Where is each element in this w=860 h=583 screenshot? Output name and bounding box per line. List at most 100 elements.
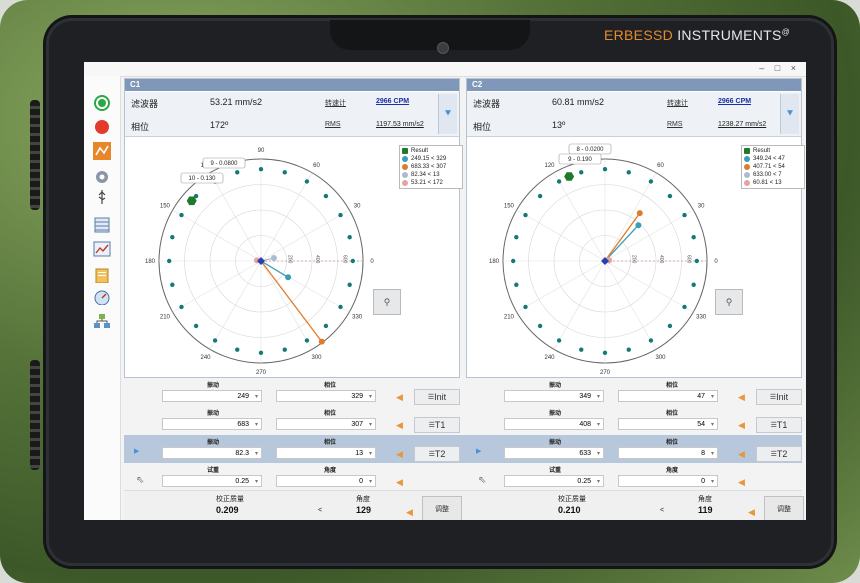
angle-header: 角度 [324,468,337,474]
run-tag-button[interactable]: ☰ T1 [756,417,802,433]
angle-tick-label: 60 [657,163,664,169]
phase-input[interactable]: 54 [618,418,718,431]
phase-input[interactable]: 8 [618,447,718,460]
callout-label: 9 - 0.190 [568,157,592,163]
weight-input[interactable]: 0.25 [504,475,604,488]
brand-logo: ERBESSD INSTRUMENTS@ [604,27,791,43]
trial-position-point [511,258,516,264]
angle-tick-label: 240 [544,355,555,361]
panel-dropdown-button[interactable]: ⯆ [438,94,457,134]
trial-position-point [514,235,519,240]
adjust-button[interactable]: 调整 [764,496,804,520]
run-tag-button[interactable]: ☰ T2 [414,446,460,462]
angle-input[interactable]: 0 [276,475,376,488]
phase-header: 相位 [666,440,679,446]
bezel-notch [330,20,530,50]
vibration-vector-point [270,255,277,262]
select-arrow-icon[interactable]: ◀ [738,392,748,402]
window-controls[interactable]: – □ × [759,63,800,73]
vibration-input[interactable]: 82.3 [162,447,262,460]
phase-header: 相位 [666,383,679,389]
channel-info: 滤波器 60.81 mm/s2 转速计 2966 CPM 相位 13º RMS … [467,92,801,137]
angle-tick-label: 180 [489,259,500,265]
select-arrow-icon[interactable]: ◀ [406,507,416,517]
select-arrow-icon[interactable]: ◀ [396,392,406,402]
run-tag-button[interactable]: ☰ T1 [414,417,460,433]
select-arrow-icon[interactable]: ◀ [396,477,406,487]
legend-swatch [744,148,750,154]
trial-position-point [682,212,687,218]
correction-angle-value: 119 [698,505,713,515]
legend-label: Result [411,148,429,154]
phase-input[interactable]: 47 [618,390,718,403]
legend-label: 60.81 < 13 [753,180,782,186]
angle-tick-label: 30 [698,204,705,210]
trial-position-point [556,179,562,184]
gear-icon[interactable] [92,168,112,186]
angle-tick-label: 0 [370,259,374,265]
vibration-header: 振动 [207,440,220,446]
usb-icon[interactable] [92,188,112,206]
run-icon[interactable] [92,94,112,112]
legend-swatch [744,156,750,162]
channel-panel-c2: C2 滤波器 60.81 mm/s2 转速计 2966 CPM 相位 13º R… [466,78,805,378]
vibration-input[interactable]: 408 [504,418,604,431]
vibration-input[interactable]: 683 [162,418,262,431]
zoom-button[interactable]: ⚲ [715,289,743,315]
select-arrow-icon[interactable]: ◀ [748,507,758,517]
vibration-input[interactable]: 633 [504,447,604,460]
angle-tick-label: 210 [160,315,171,321]
gauge-icon[interactable] [92,288,112,306]
select-arrow-icon[interactable]: ◀ [738,420,748,430]
play-icon[interactable]: ▶ [476,447,481,455]
trial-position-point [258,167,264,172]
phase-input[interactable]: 307 [276,418,376,431]
play-icon[interactable]: ▶ [134,447,139,455]
network-icon[interactable] [92,312,112,330]
run-tag-button[interactable]: ☰ Init [414,389,460,405]
chart-tool-icon[interactable] [92,142,112,160]
run-tag-button[interactable]: ☰ Init [756,389,802,405]
trial-position-point [682,304,687,310]
run-tag-button[interactable]: ☰ T2 [756,446,802,462]
trial-position-point [338,212,343,218]
angle-tick-label: 0 [714,259,718,265]
angle-tick-label: 300 [655,355,666,361]
trial-position-point [648,338,654,343]
rms-label: RMS [667,121,683,128]
weight-header: 试重 [207,468,220,474]
phase-input[interactable]: 13 [276,447,376,460]
rms-value: 1197.53 mm/s2 [376,121,424,128]
panel-dropdown-button[interactable]: ⯆ [780,94,799,134]
angle-tick-label: 90 [258,148,265,154]
weight-input[interactable]: 0.25 [162,475,262,488]
legend-label: 407.71 < 54 [753,164,785,170]
phase-input[interactable]: 329 [276,390,376,403]
legend-label: Result [753,148,771,154]
legend-swatch [402,172,408,178]
angle-input[interactable]: 0 [618,475,718,488]
adjust-button[interactable]: 调整 [422,496,462,520]
vibration-input[interactable]: 349 [504,390,604,403]
vibration-input[interactable]: 249 [162,390,262,403]
rms-value: 1238.27 mm/s2 [718,121,767,128]
trial-position-point [304,338,310,343]
select-arrow-icon[interactable]: ◀ [738,477,748,487]
clipboard-icon[interactable] [92,266,112,284]
select-arrow-icon[interactable]: ◀ [396,420,406,430]
legend-item: 82.34 < 13 [402,171,460,179]
trial-position-point [648,179,654,184]
table-icon[interactable] [92,216,112,234]
run-tag-label: T1 [434,420,446,430]
legend-item: 53.21 < 172 [402,179,460,187]
stop-icon[interactable] [92,118,112,136]
zoom-button[interactable]: ⚲ [373,289,401,315]
rpm-value-link[interactable]: 2966 CPM [376,98,409,105]
legend-item: 349.24 < 47 [744,155,802,163]
select-arrow-icon[interactable]: ◀ [738,449,748,459]
correction-mass-label: 校正质量 [558,496,586,503]
select-arrow-icon[interactable]: ◀ [396,449,406,459]
rpm-value-link[interactable]: 2966 CPM [718,98,751,105]
run-tag-label: Init [776,392,789,402]
trend-icon[interactable] [92,240,112,258]
